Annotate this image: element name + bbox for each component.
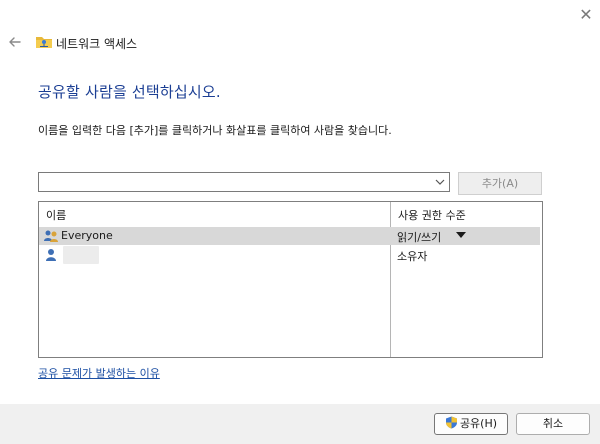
help-link[interactable]: 공유 문제가 발생하는 이유 <box>38 365 160 381</box>
caret-down-icon[interactable] <box>456 231 466 239</box>
close-icon: ✕ <box>579 5 593 24</box>
back-arrow-icon[interactable] <box>7 34 23 50</box>
chevron-down-icon[interactable] <box>434 175 446 189</box>
list-item[interactable]: Everyone 읽기/쓰기 <box>39 227 540 245</box>
permission-level[interactable]: 소유자 <box>397 248 427 264</box>
user-list[interactable]: 이름 사용 권한 수준 Everyone 읽기/쓰기 소유자 <box>38 201 543 358</box>
user-name: Everyone <box>61 229 113 242</box>
group-users-icon <box>44 230 58 242</box>
cancel-button[interactable]: 취소 <box>516 413 590 435</box>
share-button[interactable]: 공유(H) <box>434 413 508 435</box>
name-combobox[interactable] <box>38 172 450 192</box>
network-folder-icon <box>36 37 52 48</box>
shield-icon <box>445 416 457 429</box>
page-heading: 공유할 사람을 선택하십시오. <box>38 83 221 101</box>
column-header-name[interactable]: 이름 <box>46 207 66 223</box>
share-button-label: 공유(H) <box>459 417 498 430</box>
user-icon <box>46 249 56 261</box>
close-button[interactable]: ✕ <box>576 6 596 24</box>
redacted-user-name <box>63 246 99 264</box>
permission-level[interactable]: 읽기/쓰기 <box>397 229 441 245</box>
window-title: 네트워크 액세스 <box>56 37 138 51</box>
instruction-text: 이름을 입력한 다음 [추가]를 클릭하거나 화살표를 클릭하여 사람을 찾습니… <box>38 124 392 137</box>
list-item[interactable]: 소유자 <box>39 246 540 264</box>
name-input[interactable] <box>41 174 435 190</box>
footer-bar <box>0 404 600 444</box>
list-header: 이름 사용 권한 수준 <box>39 202 542 226</box>
column-header-permission[interactable]: 사용 권한 수준 <box>398 207 466 223</box>
add-button[interactable]: 추가(A) <box>458 172 542 195</box>
